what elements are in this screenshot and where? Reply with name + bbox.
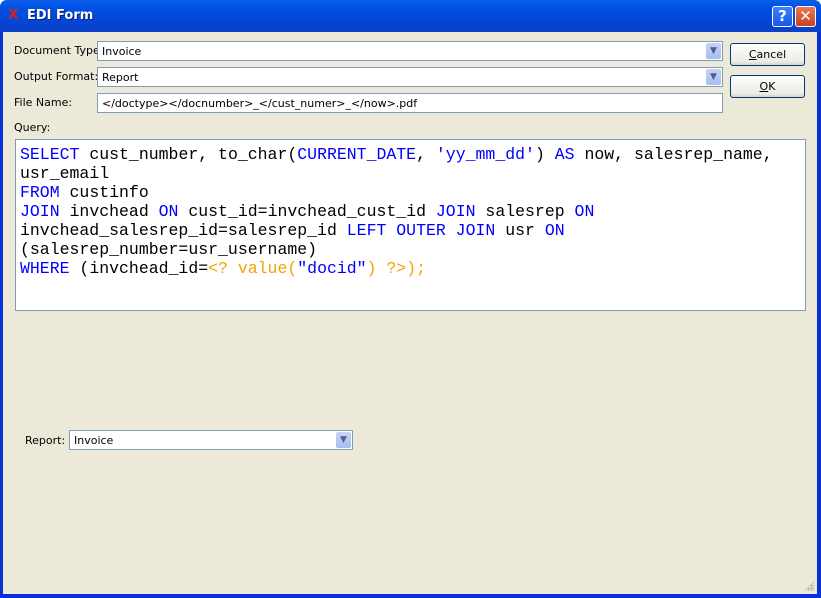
sql-keyword: JOIN xyxy=(20,202,60,221)
sql-param: ); xyxy=(406,259,426,278)
sql-keyword: ON xyxy=(544,221,565,240)
query-line: WHERE (invchead_id=<? value("docid") ?>)… xyxy=(20,259,801,278)
query-label: Query: xyxy=(14,121,51,134)
edi-form-window: X EDI Form ? ✕ Document Type: Invoice ▼ … xyxy=(0,0,821,598)
output-format-label: Output Format: xyxy=(14,70,99,83)
sql-keyword: WHERE xyxy=(20,259,70,278)
output-format-select[interactable]: Report ▼ xyxy=(97,67,723,87)
query-line: FROM custinfo xyxy=(20,183,801,202)
report-select[interactable]: Invoice ▼ xyxy=(69,430,353,450)
title-bar[interactable]: X EDI Form ? ✕ xyxy=(0,0,821,32)
app-logo-icon: X xyxy=(8,7,19,23)
query-line: usr_email xyxy=(20,164,801,183)
ok-mnemonic: O xyxy=(759,80,769,93)
sql-param: ) ?> xyxy=(366,259,407,278)
sql-text: , xyxy=(416,145,436,164)
sql-keyword: LEFT OUTER JOIN xyxy=(346,221,496,240)
sql-string: "docid" xyxy=(297,259,367,278)
sql-text: custinfo xyxy=(59,183,149,202)
sql-string: 'yy_mm_dd' xyxy=(435,145,535,164)
sql-text: invchead_salesrep_id=salesrep_id xyxy=(20,221,347,240)
cancel-button[interactable]: Cancel xyxy=(730,43,805,66)
chevron-down-icon[interactable]: ▼ xyxy=(336,432,351,448)
document-type-select[interactable]: Invoice ▼ xyxy=(97,41,723,61)
sql-text: usr xyxy=(495,221,545,240)
resize-grip-icon[interactable] xyxy=(804,581,814,591)
sql-text: now, salesrep_name, xyxy=(574,145,773,164)
chevron-down-icon[interactable]: ▼ xyxy=(706,69,721,85)
chevron-down-icon[interactable]: ▼ xyxy=(706,43,721,59)
sql-text: ) xyxy=(534,145,555,164)
help-button[interactable]: ? xyxy=(772,6,793,27)
window-title: EDI Form xyxy=(27,8,94,23)
sql-text: (invchead_id= xyxy=(69,259,209,278)
report-label: Report: xyxy=(25,434,66,447)
sql-keyword: ON xyxy=(574,202,595,221)
sql-keyword: FROM xyxy=(20,183,60,202)
document-type-value: Invoice xyxy=(102,45,142,58)
query-line: invchead_salesrep_id=salesrep_id LEFT OU… xyxy=(20,221,801,240)
dialog-body: Document Type: Invoice ▼ Output Format: … xyxy=(3,32,817,594)
query-line: JOIN invchead ON cust_id=invchead_cust_i… xyxy=(20,202,801,221)
close-button[interactable]: ✕ xyxy=(795,6,816,27)
document-type-label: Document Type: xyxy=(14,44,104,57)
sql-text: salesrep xyxy=(475,202,575,221)
sql-param: <? value( xyxy=(208,259,298,278)
sql-text: cust_id=invchead_cust_id xyxy=(178,202,436,221)
sql-text: usr_email xyxy=(20,164,110,183)
ok-button[interactable]: OK xyxy=(730,75,805,98)
report-value: Invoice xyxy=(74,434,114,447)
file-name-label: File Name: xyxy=(14,96,73,109)
query-editor[interactable]: SELECT cust_number, to_char(CURRENT_DATE… xyxy=(15,139,806,311)
sql-keyword: JOIN xyxy=(435,202,476,221)
sql-text: cust_number, to_char( xyxy=(79,145,298,164)
sql-keyword: CURRENT_DATE xyxy=(297,145,417,164)
sql-text: (salesrep_number=usr_username) xyxy=(20,240,318,259)
sql-keyword: AS xyxy=(554,145,575,164)
output-format-value: Report xyxy=(102,71,139,84)
sql-text: invchead xyxy=(59,202,159,221)
ok-label: K xyxy=(768,80,776,93)
file-name-input[interactable]: </doctype></docnumber>_</cust_numer>_</n… xyxy=(97,93,723,113)
cancel-mnemonic: C xyxy=(748,48,757,61)
query-line: SELECT cust_number, to_char(CURRENT_DATE… xyxy=(20,145,801,164)
sql-keyword: SELECT xyxy=(20,145,80,164)
query-line: (salesrep_number=usr_username) xyxy=(20,240,801,259)
sql-keyword: ON xyxy=(158,202,179,221)
cancel-label: ancel xyxy=(756,48,787,61)
